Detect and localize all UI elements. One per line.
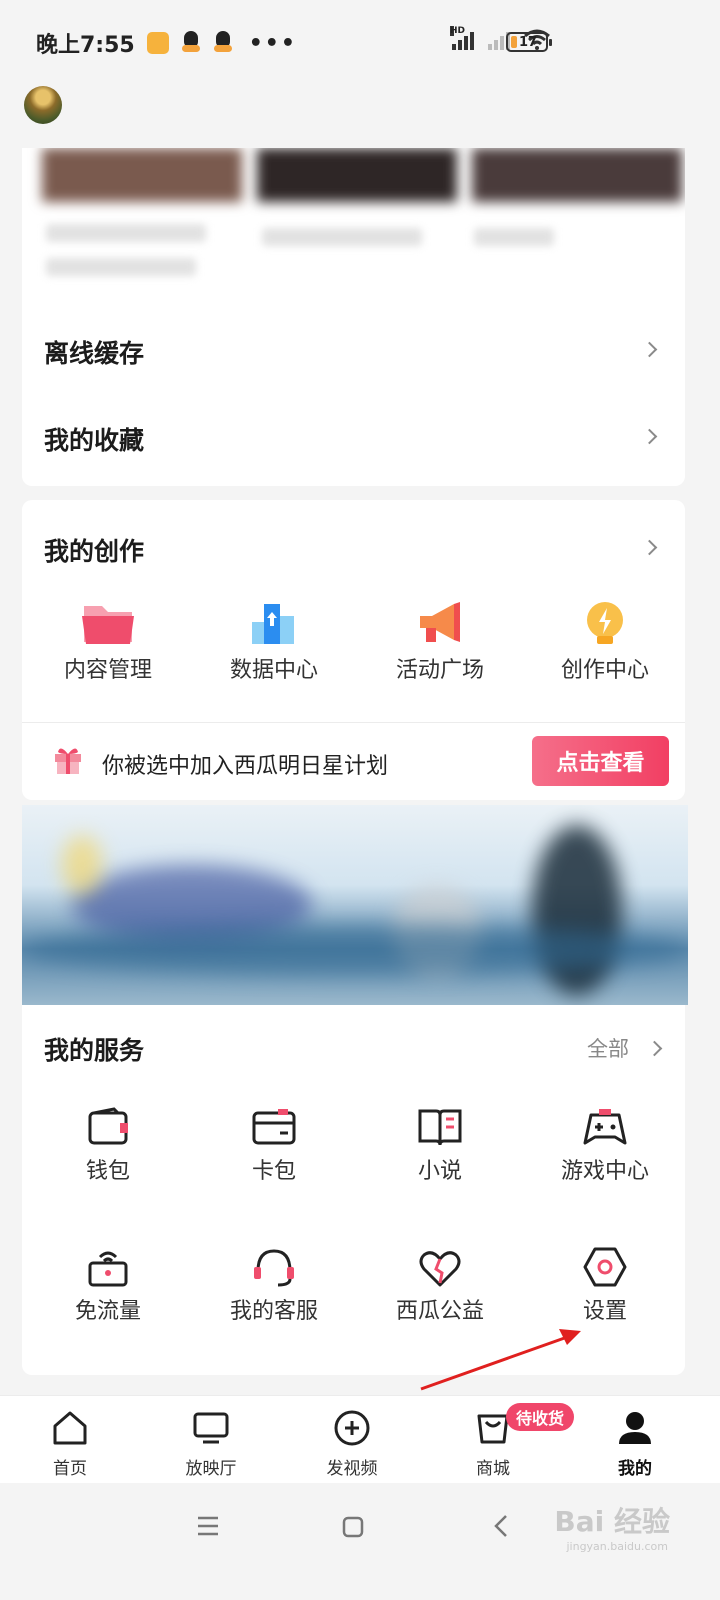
history-thumbnail[interactable] — [472, 148, 682, 202]
service-label: 游戏中心 — [560, 1159, 649, 1184]
battery-level: 17 — [519, 34, 538, 50]
lightbulb-icon — [587, 602, 623, 644]
hd-label: HD — [450, 26, 466, 36]
nav-me[interactable]: 我的 — [585, 1410, 685, 1479]
folder-icon — [82, 606, 134, 644]
chevron-right-icon — [641, 428, 658, 445]
tv-icon — [193, 1412, 229, 1444]
nav-label: 放映厅 — [185, 1459, 237, 1479]
service-wallet[interactable]: 钱包 — [25, 1105, 191, 1185]
service-settings[interactable]: 设置 — [522, 1245, 688, 1325]
services-card: 我的服务 全部 钱包 卡包 小说 游戏中心 免流量 我的客服 西瓜公益 设置 — [22, 1005, 685, 1375]
menu-card: 离线缓存 我的收藏 — [22, 288, 685, 486]
service-free-data[interactable]: 免流量 — [25, 1245, 191, 1325]
creation-item-label: 内容管理 — [63, 658, 152, 683]
qq-notification-icon — [181, 31, 201, 55]
service-label: 我的客服 — [229, 1299, 318, 1324]
creation-item-label: 创作中心 — [560, 658, 649, 683]
services-all-label: 全部 — [587, 1037, 629, 1061]
creation-header[interactable]: 我的创作 — [22, 522, 685, 572]
nav-home[interactable]: 首页 — [20, 1410, 120, 1479]
back-icon[interactable] — [492, 1513, 510, 1539]
menu-item-label: 我的收藏 — [44, 426, 145, 455]
menu-icon[interactable] — [196, 1515, 220, 1537]
creation-item-label: 数据中心 — [229, 658, 318, 683]
promo-banner[interactable] — [22, 805, 688, 1005]
nav-label: 发视频 — [326, 1459, 378, 1479]
heart-icon — [419, 1251, 461, 1287]
data-chart-icon — [252, 604, 294, 644]
service-label: 西瓜公益 — [395, 1299, 484, 1324]
nav-theater[interactable]: 放映厅 — [161, 1410, 261, 1479]
history-thumbnail[interactable] — [42, 148, 242, 202]
creation-item-label: 活动广场 — [395, 658, 484, 683]
gamepad-icon — [583, 1109, 627, 1145]
creation-creator-center[interactable]: 创作中心 — [522, 600, 688, 684]
status-time: 晚上7:55 — [36, 33, 135, 58]
home-square-icon[interactable] — [341, 1515, 365, 1539]
router-icon — [88, 1251, 128, 1287]
service-label: 设置 — [582, 1299, 627, 1324]
plus-circle-icon — [334, 1410, 370, 1446]
headset-icon — [254, 1249, 294, 1287]
bottom-nav: 首页 放映厅 发视频 商城 我的 — [0, 1395, 720, 1483]
signal-icon: HD — [450, 26, 474, 50]
service-novel[interactable]: 小说 — [357, 1105, 523, 1185]
annotation-arrow-icon — [420, 1329, 581, 1391]
avatar[interactable] — [24, 86, 62, 124]
invite-text: 你被选中加入西瓜明日星计划 — [102, 754, 389, 779]
book-icon — [418, 1109, 462, 1146]
service-label: 卡包 — [251, 1159, 296, 1184]
recent-history-thumbnails[interactable] — [22, 148, 685, 288]
menu-item-offline-cache[interactable]: 离线缓存 — [22, 308, 685, 388]
wallet-icon — [88, 1107, 128, 1145]
creation-content-management[interactable]: 内容管理 — [25, 600, 191, 684]
menu-item-label: 离线缓存 — [44, 339, 145, 368]
nav-label: 首页 — [53, 1459, 87, 1479]
nav-post-video[interactable]: 发视频 — [302, 1410, 402, 1479]
settings-hex-icon — [583, 1247, 627, 1287]
services-title: 我的服务 — [44, 1036, 145, 1065]
view-invite-button[interactable]: 点击查看 — [532, 736, 669, 786]
megaphone-icon — [420, 602, 460, 642]
services-all-link[interactable]: 全部 — [587, 1033, 677, 1063]
status-bar: 晚上7:55 ••• — [0, 0, 720, 86]
service-charity[interactable]: 西瓜公益 — [357, 1245, 523, 1325]
chevron-right-icon — [646, 1040, 663, 1057]
creation-data-center[interactable]: 数据中心 — [191, 600, 357, 684]
gift-icon — [55, 748, 81, 774]
qq-notification-icon — [213, 31, 233, 55]
history-title — [46, 258, 196, 276]
battery-icon: 17 — [506, 32, 552, 52]
service-card-pack[interactable]: 卡包 — [191, 1105, 357, 1185]
more-notifications-icon: ••• — [248, 30, 297, 56]
service-game-center[interactable]: 游戏中心 — [522, 1105, 688, 1185]
history-title — [46, 224, 206, 242]
notes-notification-icon — [146, 32, 169, 54]
chevron-right-icon — [641, 539, 658, 556]
history-title — [262, 228, 422, 246]
menu-item-favorites[interactable]: 我的收藏 — [22, 395, 685, 475]
pending-delivery-badge: 待收货 — [506, 1403, 575, 1431]
nav-label: 我的 — [618, 1459, 652, 1479]
banner-graphic — [22, 925, 688, 975]
home-icon — [53, 1411, 87, 1445]
creation-activity-square[interactable]: 活动广场 — [357, 600, 523, 684]
history-title — [474, 228, 554, 246]
card-icon — [252, 1109, 296, 1145]
creation-title: 我的创作 — [44, 537, 145, 566]
person-icon — [619, 1412, 651, 1444]
watermark-logo: Bai 经验 — [554, 1505, 670, 1538]
service-label: 钱包 — [85, 1159, 130, 1184]
divider — [22, 722, 685, 723]
service-label: 免流量 — [74, 1299, 141, 1324]
chevron-right-icon — [641, 341, 658, 358]
watermark-url: jingyan.baidu.com — [566, 1540, 668, 1553]
history-thumbnail[interactable] — [257, 148, 457, 202]
banner-graphic — [62, 835, 102, 895]
service-customer-support[interactable]: 我的客服 — [191, 1245, 357, 1325]
nav-label: 商城 — [476, 1459, 510, 1479]
service-label: 小说 — [417, 1159, 462, 1184]
